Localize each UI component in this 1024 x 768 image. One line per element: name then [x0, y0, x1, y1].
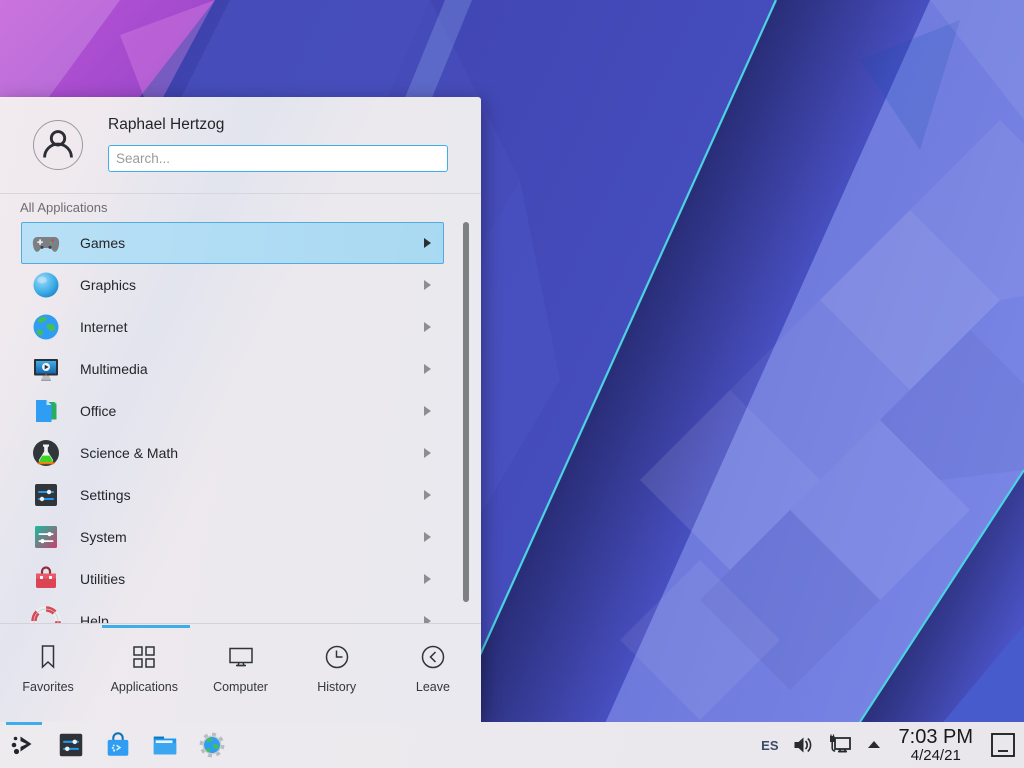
taskbar-launchers	[0, 729, 228, 761]
tab-label: History	[317, 680, 356, 694]
taskbar-panel: ES 7:03 PM 4/24/21	[0, 722, 1024, 768]
clock-date: 4/24/21	[911, 748, 961, 764]
category-label: System	[80, 529, 424, 545]
category-label: Help	[80, 613, 424, 623]
kde-launcher-button[interactable]	[8, 729, 40, 761]
submenu-arrow-icon	[424, 448, 431, 458]
user-avatar-icon[interactable]	[33, 120, 83, 170]
science-icon	[30, 437, 62, 469]
category-label: Utilities	[80, 571, 424, 587]
monitor-icon	[226, 642, 256, 672]
category-label: Office	[80, 403, 424, 419]
file-manager-button[interactable]	[149, 729, 181, 761]
submenu-arrow-icon	[424, 280, 431, 290]
category-label: Internet	[80, 319, 424, 335]
volume-icon[interactable]	[792, 734, 814, 756]
expand-tray-caret-icon[interactable]	[866, 739, 882, 751]
category-help[interactable]: Help	[21, 600, 444, 623]
tab-applications[interactable]: Applications	[96, 642, 192, 722]
web-browser-button[interactable]	[196, 729, 228, 761]
bookmark-icon	[33, 642, 63, 672]
graphics-icon	[30, 269, 62, 301]
multimedia-icon	[30, 353, 62, 385]
file-manager-icon	[150, 730, 180, 760]
clock-time: 7:03 PM	[899, 727, 973, 748]
active-task-indicator	[6, 722, 42, 725]
submenu-arrow-icon	[424, 574, 431, 584]
submenu-arrow-icon	[424, 532, 431, 542]
help-icon	[30, 605, 62, 623]
category-label: Settings	[80, 487, 424, 503]
category-utilities[interactable]: Utilities	[21, 558, 444, 600]
settings-icon	[30, 479, 62, 511]
grid-icon	[129, 642, 159, 672]
digital-clock[interactable]: 7:03 PM 4/24/21	[899, 727, 973, 764]
active-tab-indicator	[102, 625, 190, 628]
desktop: Raphael Hertzog All Applications Games	[0, 0, 1024, 768]
show-desktop-button[interactable]	[990, 732, 1016, 758]
kde-launcher-icon	[9, 730, 39, 760]
application-launcher-menu: Raphael Hertzog All Applications Games	[0, 97, 481, 722]
system-settings-button[interactable]	[55, 729, 87, 761]
category-label: Graphics	[80, 277, 424, 293]
leave-back-icon	[418, 642, 448, 672]
submenu-arrow-icon	[424, 406, 431, 416]
utilities-icon	[30, 563, 62, 595]
category-label: Games	[80, 235, 424, 251]
submenu-arrow-icon	[424, 616, 431, 623]
system-settings-icon	[56, 730, 86, 760]
tab-label: Favorites	[22, 680, 73, 694]
clock-icon	[322, 642, 352, 672]
system-icon	[30, 521, 62, 553]
tab-label: Leave	[416, 680, 450, 694]
category-science-math[interactable]: Science & Math	[21, 432, 444, 474]
tab-label: Applications	[111, 680, 178, 694]
games-icon	[30, 227, 62, 259]
tab-favorites[interactable]: Favorites	[0, 642, 96, 722]
category-label: Multimedia	[80, 361, 424, 377]
category-office[interactable]: Office	[21, 390, 444, 432]
tab-label: Computer	[213, 680, 268, 694]
category-label: Science & Math	[80, 445, 424, 461]
user-name: Raphael Hertzog	[108, 116, 224, 134]
system-tray: ES 7:03 PM 4/24/21	[761, 722, 1024, 768]
submenu-arrow-icon	[424, 322, 431, 332]
discover-button[interactable]	[102, 729, 134, 761]
category-games[interactable]: Games	[21, 222, 444, 264]
category-system[interactable]: System	[21, 516, 444, 558]
tab-history[interactable]: History	[289, 642, 385, 722]
list-scrollbar[interactable]	[463, 222, 469, 602]
submenu-arrow-icon	[424, 238, 431, 248]
wired-network-icon[interactable]	[827, 733, 853, 757]
search-input[interactable]	[108, 145, 448, 172]
tab-leave[interactable]: Leave	[385, 642, 481, 722]
category-graphics[interactable]: Graphics	[21, 264, 444, 306]
category-internet[interactable]: Internet	[21, 306, 444, 348]
web-browser-icon	[197, 730, 227, 760]
internet-icon	[30, 311, 62, 343]
discover-store-icon	[103, 730, 133, 760]
submenu-arrow-icon	[424, 490, 431, 500]
submenu-arrow-icon	[424, 364, 431, 374]
launcher-footer: Favorites Applications	[0, 623, 481, 722]
keyboard-layout-indicator[interactable]: ES	[761, 738, 778, 753]
tab-computer[interactable]: Computer	[192, 642, 288, 722]
office-icon	[30, 395, 62, 427]
category-multimedia[interactable]: Multimedia	[21, 348, 444, 390]
category-list: Games Graphics	[0, 222, 481, 623]
launcher-header: Raphael Hertzog	[0, 97, 481, 194]
section-label: All Applications	[20, 200, 107, 215]
category-settings[interactable]: Settings	[21, 474, 444, 516]
